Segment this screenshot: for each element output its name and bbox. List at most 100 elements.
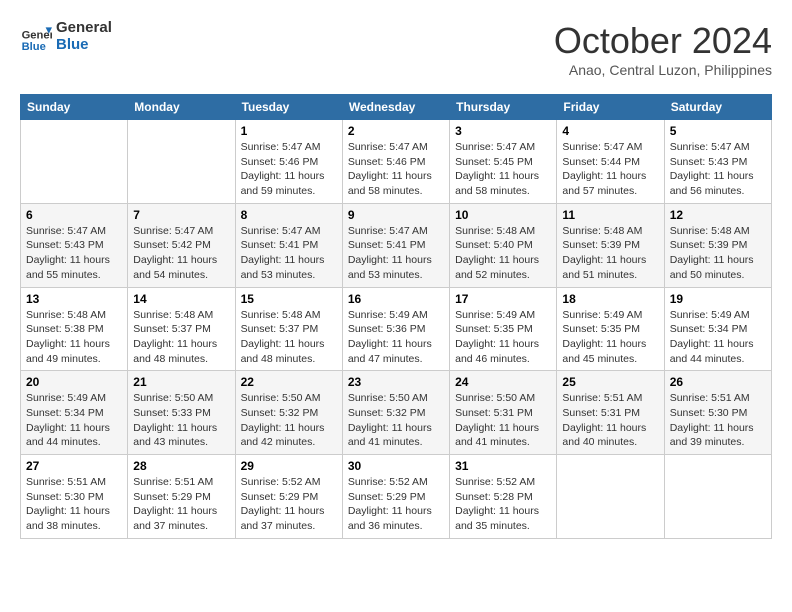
day-number: 17 [455, 292, 551, 306]
calendar-cell [21, 120, 128, 204]
day-number: 11 [562, 208, 658, 222]
weekday-header-saturday: Saturday [664, 95, 771, 120]
day-info: Sunrise: 5:47 AMSunset: 5:44 PMDaylight:… [562, 140, 658, 199]
daylight-text: Daylight: 11 hours and 39 minutes. [670, 421, 766, 450]
calendar-week-4: 20Sunrise: 5:49 AMSunset: 5:34 PMDayligh… [21, 371, 772, 455]
calendar-cell: 21Sunrise: 5:50 AMSunset: 5:33 PMDayligh… [128, 371, 235, 455]
day-info: Sunrise: 5:49 AMSunset: 5:35 PMDaylight:… [562, 308, 658, 367]
sunrise-text: Sunrise: 5:47 AM [670, 140, 766, 155]
day-info: Sunrise: 5:47 AMSunset: 5:46 PMDaylight:… [348, 140, 444, 199]
day-info: Sunrise: 5:47 AMSunset: 5:41 PMDaylight:… [348, 224, 444, 283]
logo-icon: General Blue [20, 21, 52, 53]
calendar-cell: 13Sunrise: 5:48 AMSunset: 5:38 PMDayligh… [21, 287, 128, 371]
logo: General Blue General Blue [20, 20, 112, 53]
daylight-text: Daylight: 11 hours and 57 minutes. [562, 169, 658, 198]
sunrise-text: Sunrise: 5:50 AM [133, 391, 229, 406]
sunset-text: Sunset: 5:29 PM [133, 490, 229, 505]
calendar-cell: 5 Sunrise: 5:47 AMSunset: 5:43 PMDaylight… [664, 120, 771, 204]
weekday-header-thursday: Thursday [450, 95, 557, 120]
calendar-week-3: 13Sunrise: 5:48 AMSunset: 5:38 PMDayligh… [21, 287, 772, 371]
sunset-text: Sunset: 5:28 PM [455, 490, 551, 505]
sunrise-text: Sunrise: 5:49 AM [670, 308, 766, 323]
day-info: Sunrise: 5:51 AMSunset: 5:30 PMDaylight:… [670, 391, 766, 450]
sunset-text: Sunset: 5:39 PM [562, 238, 658, 253]
calendar-cell: 10 Sunrise: 5:48 AMSunset: 5:40 PMDayligh… [450, 203, 557, 287]
day-number: 5 [670, 124, 766, 138]
daylight-text: Daylight: 11 hours and 58 minutes. [348, 169, 444, 198]
sunset-text: Sunset: 5:36 PM [348, 322, 444, 337]
calendar-cell: 11 Sunrise: 5:48 AMSunset: 5:39 PMDayligh… [557, 203, 664, 287]
day-info: Sunrise: 5:49 AMSunset: 5:34 PMDaylight:… [670, 308, 766, 367]
sunset-text: Sunset: 5:46 PM [348, 155, 444, 170]
day-number: 14 [133, 292, 229, 306]
day-info: Sunrise: 5:48 AMSunset: 5:37 PMDaylight:… [241, 308, 337, 367]
calendar-cell: 15Sunrise: 5:48 AMSunset: 5:37 PMDayligh… [235, 287, 342, 371]
day-number: 25 [562, 375, 658, 389]
sunrise-text: Sunrise: 5:47 AM [133, 224, 229, 239]
calendar-week-2: 6Sunrise: 5:47 AMSunset: 5:43 PMDaylight… [21, 203, 772, 287]
daylight-text: Daylight: 11 hours and 55 minutes. [26, 253, 122, 282]
calendar-cell [557, 455, 664, 539]
day-number: 3 [455, 124, 551, 138]
day-info: Sunrise: 5:47 AMSunset: 5:46 PMDaylight:… [241, 140, 337, 199]
day-info: Sunrise: 5:47 AMSunset: 5:41 PMDaylight:… [241, 224, 337, 283]
day-number: 28 [133, 459, 229, 473]
sunrise-text: Sunrise: 5:52 AM [348, 475, 444, 490]
day-info: Sunrise: 5:51 AMSunset: 5:31 PMDaylight:… [562, 391, 658, 450]
calendar-cell: 22Sunrise: 5:50 AMSunset: 5:32 PMDayligh… [235, 371, 342, 455]
sunrise-text: Sunrise: 5:47 AM [241, 140, 337, 155]
sunset-text: Sunset: 5:34 PM [670, 322, 766, 337]
svg-text:Blue: Blue [22, 40, 46, 52]
day-number: 21 [133, 375, 229, 389]
day-info: Sunrise: 5:49 AMSunset: 5:36 PMDaylight:… [348, 308, 444, 367]
sunset-text: Sunset: 5:39 PM [670, 238, 766, 253]
calendar-cell: 6Sunrise: 5:47 AMSunset: 5:43 PMDaylight… [21, 203, 128, 287]
calendar-cell: 23Sunrise: 5:50 AMSunset: 5:32 PMDayligh… [342, 371, 449, 455]
daylight-text: Daylight: 11 hours and 40 minutes. [562, 421, 658, 450]
sunrise-text: Sunrise: 5:51 AM [26, 475, 122, 490]
calendar: SundayMondayTuesdayWednesdayThursdayFrid… [20, 94, 772, 539]
calendar-cell: 7Sunrise: 5:47 AMSunset: 5:42 PMDaylight… [128, 203, 235, 287]
daylight-text: Daylight: 11 hours and 54 minutes. [133, 253, 229, 282]
day-info: Sunrise: 5:50 AMSunset: 5:32 PMDaylight:… [348, 391, 444, 450]
day-info: Sunrise: 5:52 AMSunset: 5:29 PMDaylight:… [348, 475, 444, 534]
sunrise-text: Sunrise: 5:48 AM [670, 224, 766, 239]
daylight-text: Daylight: 11 hours and 35 minutes. [455, 504, 551, 533]
sunset-text: Sunset: 5:46 PM [241, 155, 337, 170]
daylight-text: Daylight: 11 hours and 42 minutes. [241, 421, 337, 450]
day-info: Sunrise: 5:48 AMSunset: 5:40 PMDaylight:… [455, 224, 551, 283]
logo-line1: General [56, 20, 112, 37]
day-number: 10 [455, 208, 551, 222]
daylight-text: Daylight: 11 hours and 48 minutes. [241, 337, 337, 366]
sunset-text: Sunset: 5:32 PM [241, 406, 337, 421]
weekday-header-row: SundayMondayTuesdayWednesdayThursdayFrid… [21, 95, 772, 120]
day-info: Sunrise: 5:50 AMSunset: 5:31 PMDaylight:… [455, 391, 551, 450]
calendar-cell: 20Sunrise: 5:49 AMSunset: 5:34 PMDayligh… [21, 371, 128, 455]
calendar-cell: 12Sunrise: 5:48 AMSunset: 5:39 PMDayligh… [664, 203, 771, 287]
day-info: Sunrise: 5:51 AMSunset: 5:29 PMDaylight:… [133, 475, 229, 534]
day-info: Sunrise: 5:48 AMSunset: 5:37 PMDaylight:… [133, 308, 229, 367]
day-number: 29 [241, 459, 337, 473]
sunrise-text: Sunrise: 5:48 AM [26, 308, 122, 323]
day-info: Sunrise: 5:48 AMSunset: 5:38 PMDaylight:… [26, 308, 122, 367]
sunrise-text: Sunrise: 5:50 AM [455, 391, 551, 406]
daylight-text: Daylight: 11 hours and 45 minutes. [562, 337, 658, 366]
weekday-header-sunday: Sunday [21, 95, 128, 120]
day-number: 30 [348, 459, 444, 473]
sunrise-text: Sunrise: 5:48 AM [562, 224, 658, 239]
sunset-text: Sunset: 5:45 PM [455, 155, 551, 170]
day-info: Sunrise: 5:48 AMSunset: 5:39 PMDaylight:… [670, 224, 766, 283]
sunset-text: Sunset: 5:40 PM [455, 238, 551, 253]
daylight-text: Daylight: 11 hours and 51 minutes. [562, 253, 658, 282]
day-number: 19 [670, 292, 766, 306]
day-info: Sunrise: 5:47 AMSunset: 5:43 PMDaylight:… [670, 140, 766, 199]
day-number: 4 [562, 124, 658, 138]
sunset-text: Sunset: 5:32 PM [348, 406, 444, 421]
sunrise-text: Sunrise: 5:49 AM [455, 308, 551, 323]
daylight-text: Daylight: 11 hours and 36 minutes. [348, 504, 444, 533]
day-number: 26 [670, 375, 766, 389]
sunset-text: Sunset: 5:35 PM [562, 322, 658, 337]
daylight-text: Daylight: 11 hours and 52 minutes. [455, 253, 551, 282]
sunrise-text: Sunrise: 5:47 AM [241, 224, 337, 239]
sunrise-text: Sunrise: 5:47 AM [26, 224, 122, 239]
